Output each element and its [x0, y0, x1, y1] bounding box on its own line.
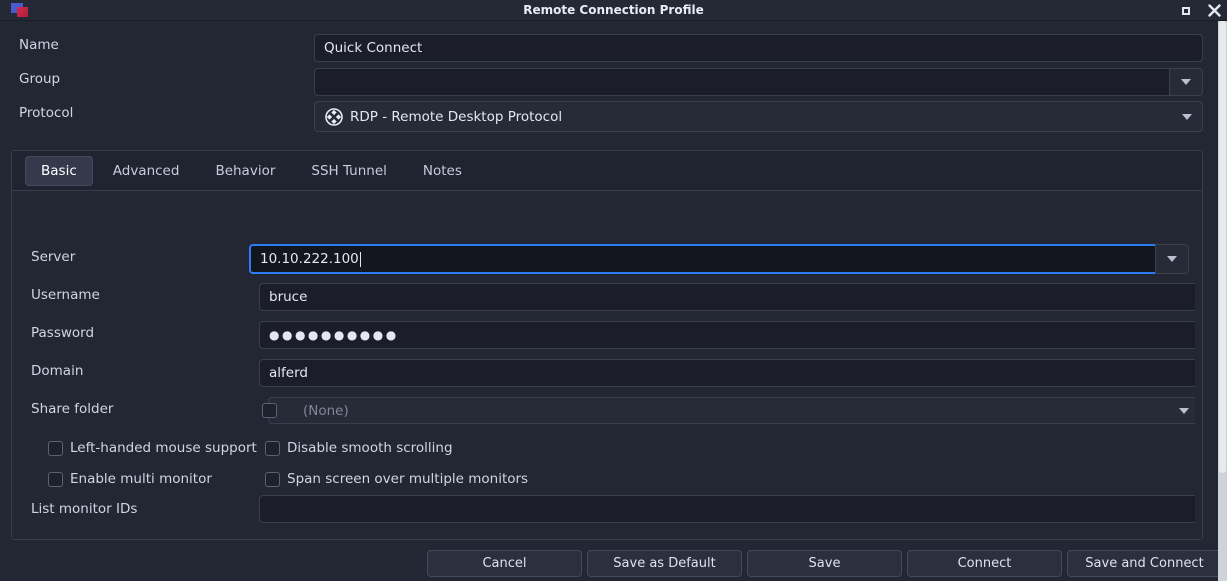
- resolution-client-label[interactable]: Use client resolution: [766, 539, 904, 540]
- enable-multi-monitor-checkbox[interactable]: [48, 472, 63, 487]
- window-vertical-scrollbar-thumb[interactable]: [1219, 21, 1226, 473]
- left-handed-mouse-checkbox[interactable]: [48, 441, 63, 456]
- resolution-initial-window-label[interactable]: Use initial window size: [288, 539, 441, 540]
- tab-advanced-label: Advanced: [112, 162, 180, 179]
- span-screen-checkbox[interactable]: [265, 472, 280, 487]
- dialog-action-bar: Cancel Save as Default Save Connect Save…: [0, 545, 1227, 581]
- protocol-value: RDP - Remote Desktop Protocol: [350, 108, 563, 125]
- protocol-dropdown-button[interactable]: [1172, 102, 1202, 131]
- share-folder-combo[interactable]: (None): [268, 397, 1200, 424]
- server-combo[interactable]: 10.10.222.100: [249, 244, 1189, 274]
- chevron-down-icon: [1179, 407, 1189, 414]
- list-monitor-ids-label: List monitor IDs: [31, 501, 138, 517]
- group-input[interactable]: [314, 68, 1169, 96]
- tab-notes[interactable]: Notes: [407, 156, 478, 186]
- password-label: Password: [31, 325, 95, 341]
- window-title: Remote Connection Profile: [523, 3, 704, 17]
- maximize-icon[interactable]: [1179, 4, 1193, 18]
- server-input[interactable]: 10.10.222.100: [249, 244, 1155, 274]
- span-screen-label[interactable]: Span screen over multiple monitors: [287, 471, 528, 487]
- tab-behavior[interactable]: Behavior: [199, 156, 291, 186]
- domain-input-value: alferd: [269, 365, 308, 381]
- text-cursor: [359, 251, 361, 267]
- save-as-default-button[interactable]: Save as Default: [587, 549, 742, 577]
- disable-smooth-scrolling-checkbox[interactable]: [265, 441, 280, 456]
- cancel-button[interactable]: Cancel: [427, 549, 582, 577]
- window-controls: [1179, 0, 1221, 21]
- save-button-label: Save: [808, 555, 841, 571]
- left-handed-mouse-label[interactable]: Left-handed mouse support: [70, 440, 257, 456]
- group-dropdown-button[interactable]: [1169, 68, 1203, 96]
- resolution-label: Resolution: [31, 539, 102, 540]
- chevron-down-icon: [1181, 79, 1191, 85]
- titlebar: Remote Connection Profile: [0, 0, 1227, 21]
- tab-advanced[interactable]: Advanced: [97, 156, 196, 186]
- username-input[interactable]: bruce: [259, 283, 1200, 311]
- domain-label: Domain: [31, 363, 84, 379]
- password-input[interactable]: ●●●●●●●●●●: [259, 321, 1200, 349]
- connect-button-label: Connect: [957, 555, 1012, 571]
- password-input-value: ●●●●●●●●●●: [269, 328, 399, 342]
- name-label: Name: [19, 37, 59, 53]
- group-combo[interactable]: [314, 68, 1203, 96]
- save-button[interactable]: Save: [747, 549, 902, 577]
- close-icon[interactable]: [1207, 4, 1221, 18]
- group-label: Group: [19, 71, 61, 87]
- settings-notebook: Basic Advanced Behavior SSH Tunnel Notes…: [11, 150, 1203, 540]
- server-label: Server: [31, 249, 76, 265]
- server-input-value: 10.10.222.100: [260, 251, 359, 267]
- enable-multi-monitor-label[interactable]: Enable multi monitor: [70, 471, 212, 487]
- tab-strip: Basic Advanced Behavior SSH Tunnel Notes: [12, 151, 1202, 191]
- window-vertical-scrollbar[interactable]: [1218, 21, 1227, 581]
- tab-ssh-tunnel-label: SSH Tunnel: [311, 162, 387, 179]
- server-dropdown-button[interactable]: [1155, 244, 1189, 274]
- username-input-value: bruce: [269, 289, 308, 305]
- share-folder-value: (None): [303, 402, 349, 419]
- username-label: Username: [31, 287, 100, 303]
- page-scroll-track[interactable]: [1195, 191, 1202, 539]
- protocol-label: Protocol: [19, 105, 74, 121]
- tab-ssh-tunnel[interactable]: SSH Tunnel: [295, 156, 403, 186]
- tab-basic-label: Basic: [41, 162, 77, 179]
- rdp-icon: [325, 107, 343, 126]
- share-folder-label: Share folder: [31, 401, 114, 417]
- save-and-connect-button[interactable]: Save and Connect: [1067, 549, 1222, 577]
- tab-page-basic: Server 10.10.222.100 Username bruce Pass…: [12, 191, 1202, 540]
- remmina-icon: [11, 2, 31, 18]
- chevron-down-icon: [1167, 256, 1177, 262]
- disable-smooth-scrolling-label[interactable]: Disable smooth scrolling: [287, 440, 453, 456]
- tab-basic[interactable]: Basic: [25, 155, 93, 186]
- chevron-down-icon: [1182, 113, 1192, 120]
- save-as-default-button-label: Save as Default: [613, 555, 716, 571]
- share-folder-checkbox[interactable]: [262, 403, 277, 418]
- tab-notes-label: Notes: [422, 162, 462, 179]
- save-and-connect-button-label: Save and Connect: [1085, 555, 1204, 571]
- tab-behavior-label: Behavior: [215, 162, 276, 179]
- name-input-value: Quick Connect: [324, 40, 423, 56]
- cancel-button-label: Cancel: [482, 555, 527, 571]
- list-monitor-ids-input[interactable]: [259, 495, 1200, 523]
- name-input[interactable]: Quick Connect: [314, 34, 1203, 62]
- protocol-combo[interactable]: RDP - Remote Desktop Protocol: [314, 101, 1203, 132]
- profile-top-form: Name Quick Connect Group Protocol RDP - …: [0, 21, 1213, 137]
- domain-input[interactable]: alferd: [259, 359, 1200, 387]
- remote-connection-profile-window: Remote Connection Profile Name Quick Con…: [0, 0, 1227, 581]
- connect-button[interactable]: Connect: [907, 549, 1062, 577]
